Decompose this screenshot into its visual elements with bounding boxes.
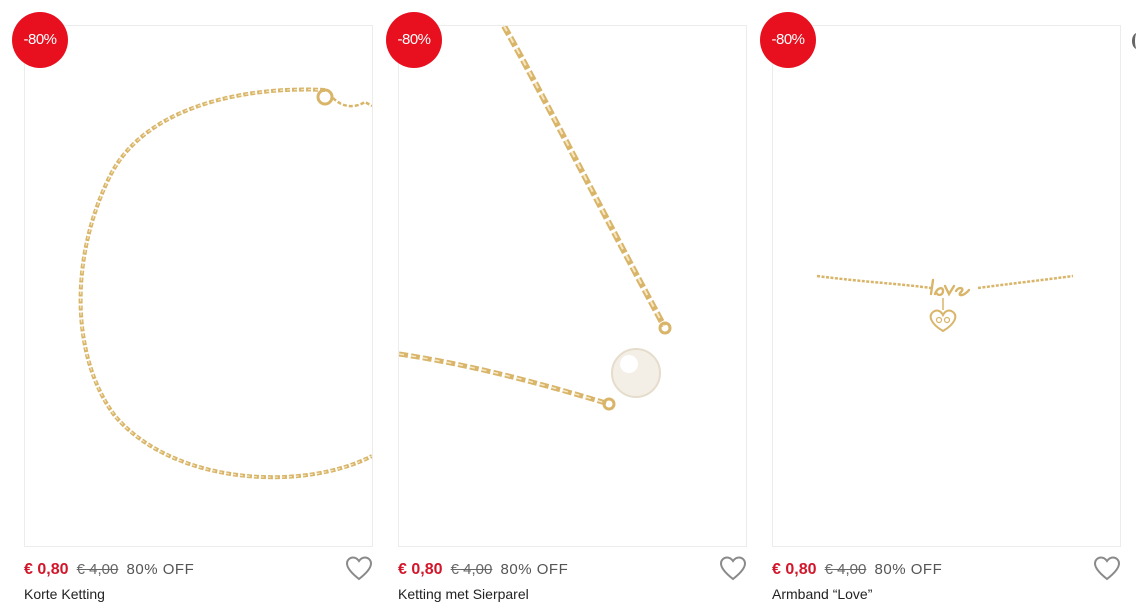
- sale-price: € 0,80: [772, 561, 817, 578]
- product-image-armband-love[interactable]: [772, 25, 1121, 547]
- gold-chain-choker-image: [78, 87, 372, 480]
- product-card[interactable]: -80% € 0,80 € 4,00 80% OFF Armband “Love…: [760, 12, 1121, 615]
- sale-price: € 0,80: [24, 561, 69, 578]
- price-row: € 0,80 € 4,00 80% OFF: [398, 561, 568, 579]
- product-title[interactable]: Korte Ketting: [24, 586, 105, 602]
- gold-chain-pearl-necklace-image: [399, 26, 672, 411]
- product-title[interactable]: Armband “Love”: [772, 586, 872, 602]
- carousel-next-arrow-fragment[interactable]: [1132, 33, 1136, 49]
- original-price: € 4,00: [76, 561, 119, 578]
- gold-love-bracelet-image: [816, 274, 1074, 333]
- product-image-korte-ketting[interactable]: [24, 25, 373, 547]
- discount-text: 80% OFF: [874, 561, 943, 578]
- discount-badge: -80%: [386, 12, 442, 68]
- discount-badge: -80%: [760, 12, 816, 68]
- heart-icon[interactable]: [719, 556, 747, 582]
- discount-text: 80% OFF: [126, 561, 195, 578]
- product-title[interactable]: Ketting met Sierparel: [398, 586, 529, 602]
- product-card[interactable]: -80% € 0,80 € 4,00 80% OFF Korte Ketting: [12, 12, 373, 615]
- product-card[interactable]: -80% € 0,80 € 4,00 80% OFF Ketting met S…: [386, 12, 747, 615]
- product-image-ketting-met-sierparel[interactable]: [398, 25, 747, 547]
- heart-icon[interactable]: [345, 556, 373, 582]
- heart-icon[interactable]: [1093, 556, 1121, 582]
- original-price: € 4,00: [450, 561, 493, 578]
- discount-badge: -80%: [12, 12, 68, 68]
- price-row: € 0,80 € 4,00 80% OFF: [772, 561, 942, 579]
- original-price: € 4,00: [824, 561, 867, 578]
- sale-price: € 0,80: [398, 561, 443, 578]
- discount-text: 80% OFF: [500, 561, 569, 578]
- price-row: € 0,80 € 4,00 80% OFF: [24, 561, 194, 579]
